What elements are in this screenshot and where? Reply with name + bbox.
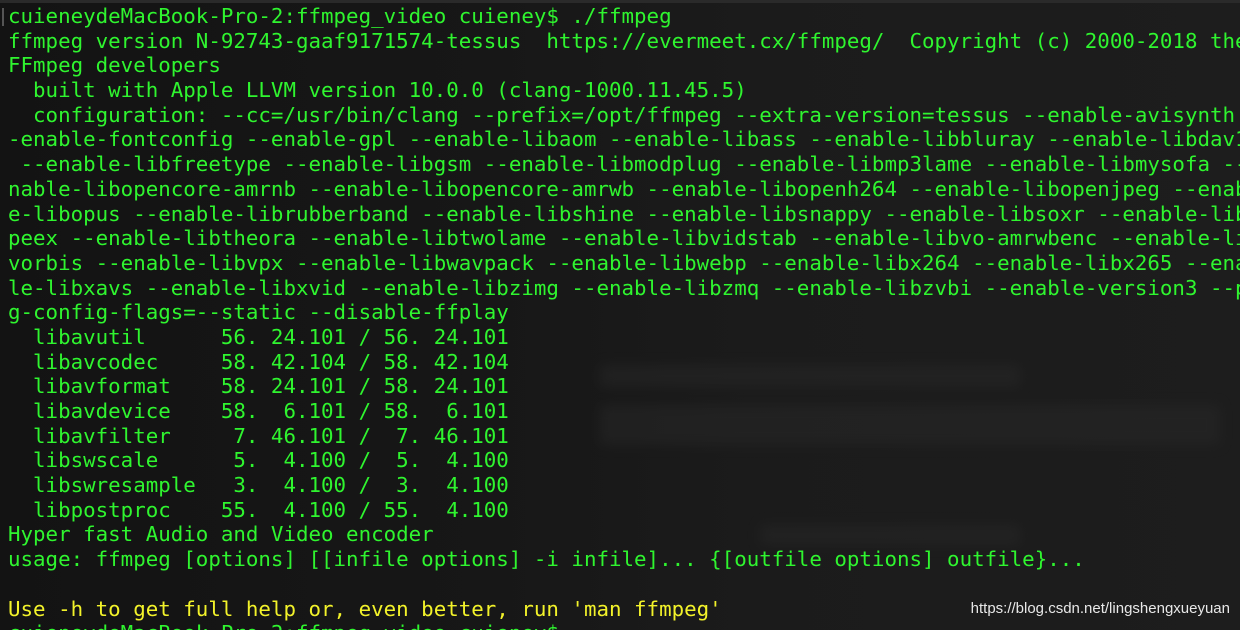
terminal-line: libavdevice 58. 6.101 / 58. 6.101 <box>8 399 509 423</box>
terminal-line: usage: ffmpeg [options] [[infile options… <box>8 547 1085 572</box>
terminal-line: libpostproc 55. 4.100 / 55. 4.100 <box>8 497 509 522</box>
terminal-line: FFmpeg developers <box>8 53 221 78</box>
terminal-line: cuieneydeMacBook-Pro-2:ffmpeg_video cuie… <box>8 4 672 28</box>
watermark: https://blog.csdn.net/lingshengxueyuan <box>970 600 1230 617</box>
terminal-output: cuieneydeMacBook-Pro-2:ffmpeg_video cuie… <box>8 4 1240 630</box>
window-top-edge <box>0 0 1240 3</box>
terminal-line: libswscale 5. 4.100 / 5. 4.100 <box>8 448 509 473</box>
terminal-line: peex --enable-libtheora --enable-libtwol… <box>8 226 1240 251</box>
terminal-line: nable-libopencore-amrnb --enable-libopen… <box>8 176 1240 201</box>
terminal-line: g-config-flags=--static --disable-ffplay <box>8 300 509 325</box>
terminal-line: -enable-fontconfig --enable-gpl --enable… <box>8 127 1240 152</box>
terminal-line: cuieneydeMacBook-Pro-2:ffmpeg_video cuie… <box>8 621 1240 630</box>
terminal-line: ffmpeg version N-92743-gaaf9171574-tessu… <box>8 28 1240 53</box>
terminal-line: built with Apple LLVM version 10.0.0 (cl… <box>8 78 747 103</box>
terminal-line: le-libxavs --enable-libxvid --enable-lib… <box>8 275 1240 300</box>
terminal-window[interactable]: cuieneydeMacBook-Pro-2:ffmpeg_video cuie… <box>0 0 1240 630</box>
selection-bracket <box>2 8 4 26</box>
terminal-line: libavutil 56. 24.101 / 56. 24.101 <box>8 324 509 349</box>
terminal-line: --enable-libfreetype --enable-libgsm --e… <box>8 152 1240 177</box>
terminal-line: libswresample 3. 4.100 / 3. 4.100 <box>8 473 509 498</box>
terminal-line: Hyper fast Audio and Video encoder <box>8 522 434 547</box>
terminal-line: vorbis --enable-libvpx --enable-libwavpa… <box>8 250 1240 275</box>
terminal-line: configuration: --cc=/usr/bin/clang --pre… <box>8 102 1240 127</box>
terminal-line: libavcodec 58. 42.104 / 58. 42.104 <box>8 349 509 374</box>
terminal-line: libavfilter 7. 46.101 / 7. 46.101 <box>8 423 509 448</box>
terminal-line: e-libopus --enable-librubberband --enabl… <box>8 201 1240 226</box>
terminal-line: libavformat 58. 24.101 / 58. 24.101 <box>8 374 509 399</box>
